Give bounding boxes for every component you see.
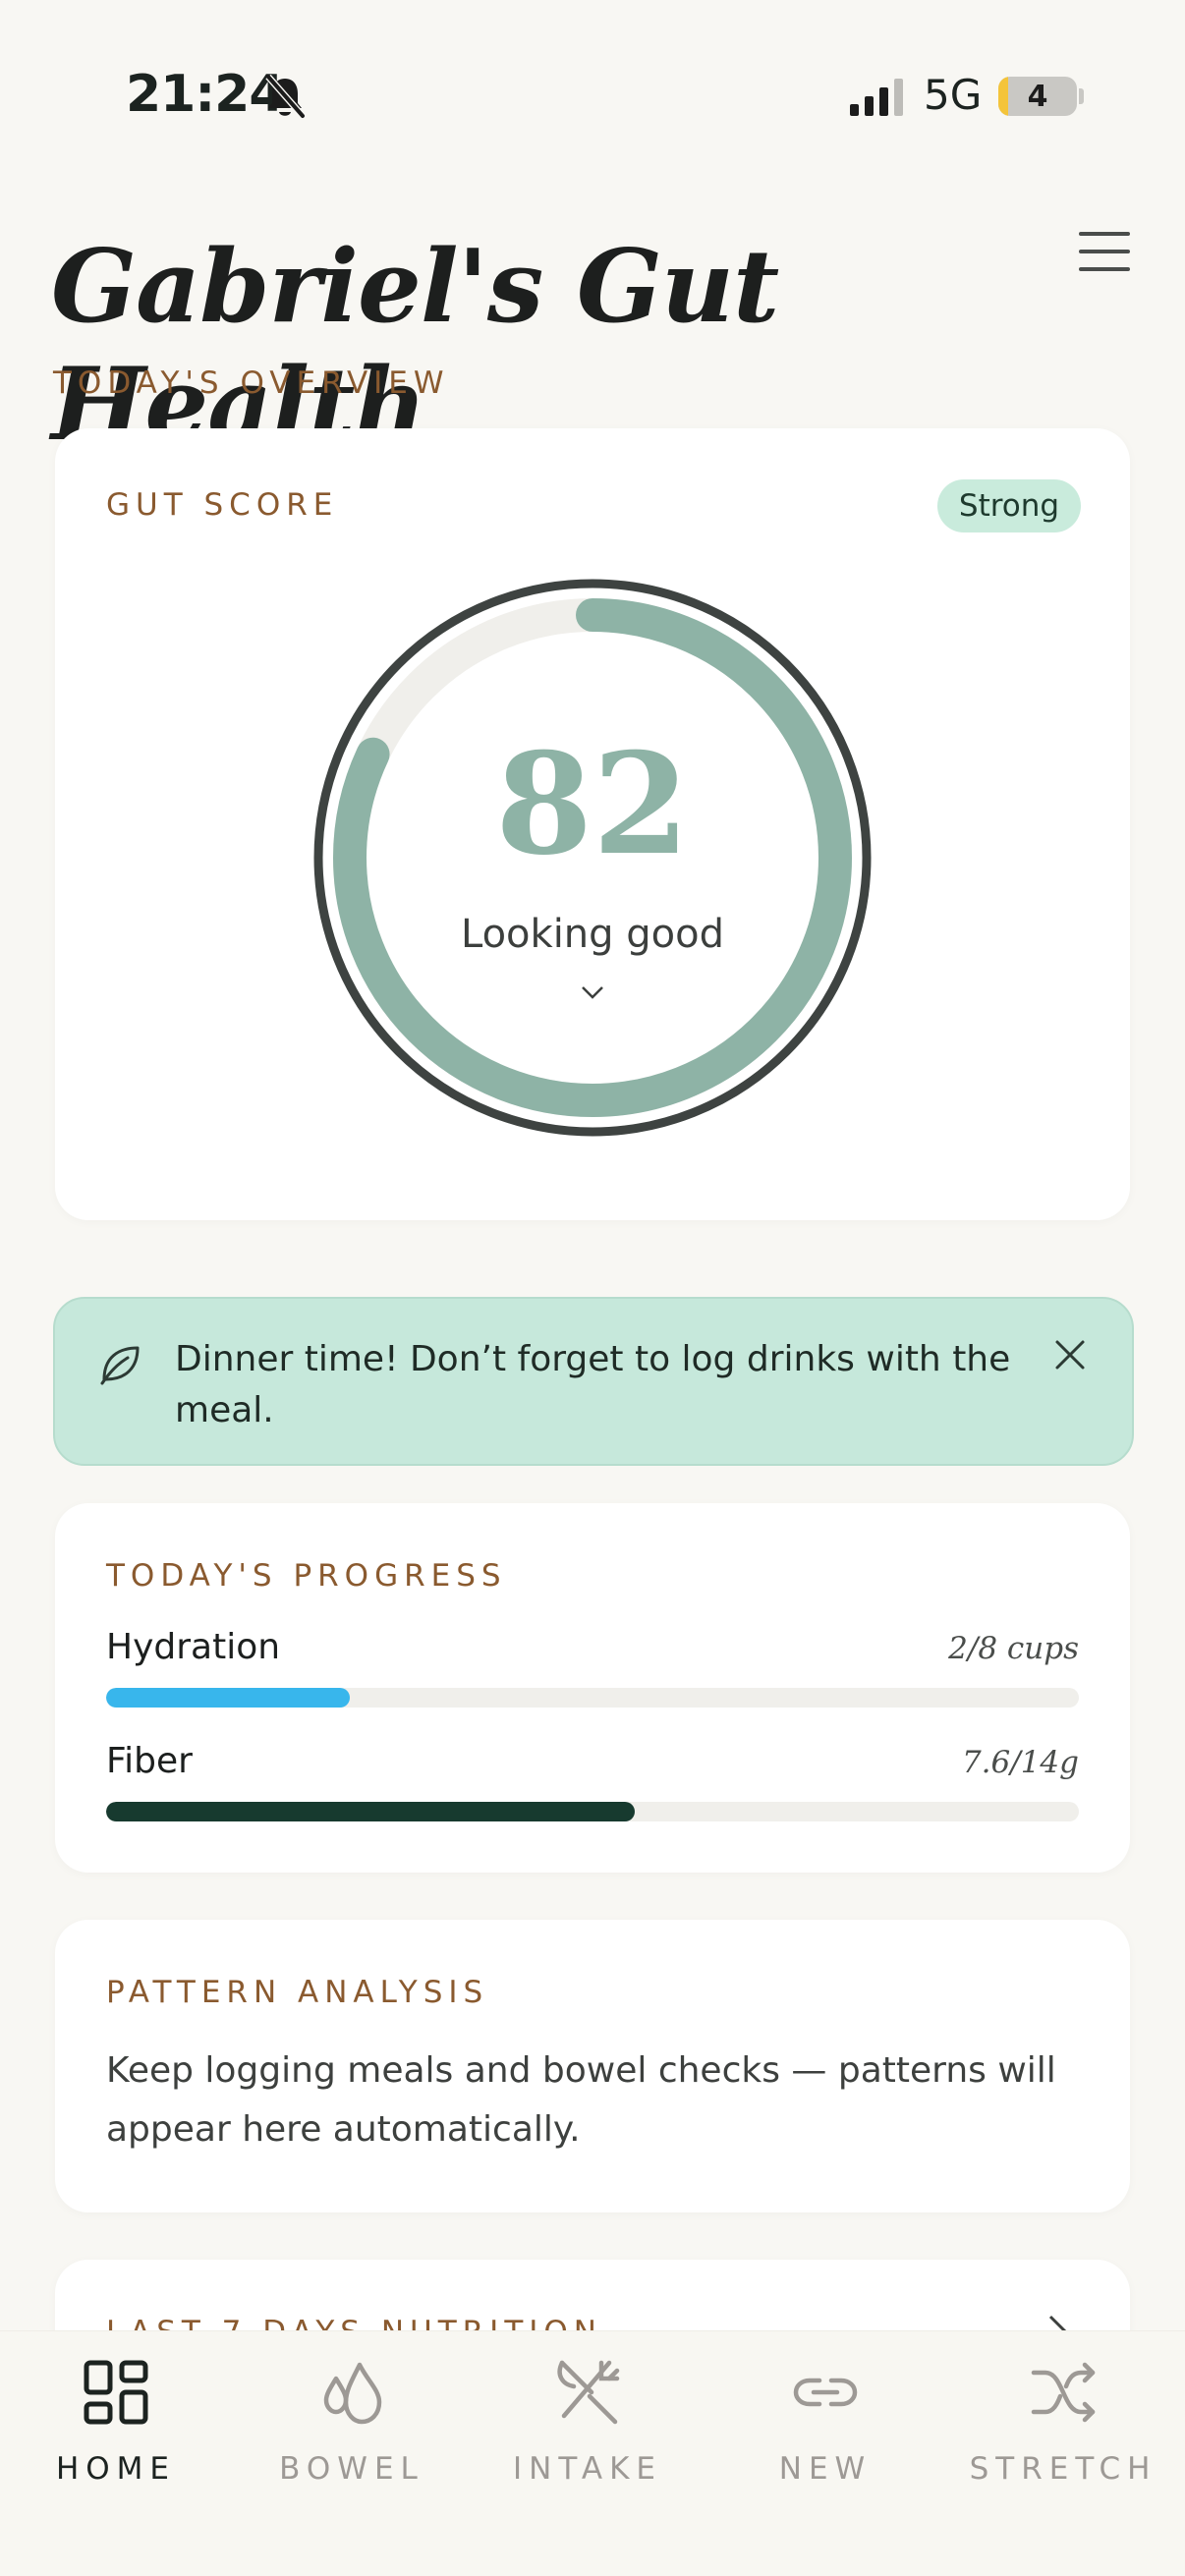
nav-home[interactable]: HOME xyxy=(8,2357,224,2487)
nav-bowel-label: BOWEL xyxy=(279,2451,424,2487)
progress-card: TODAY'S PROGRESS Hydration 2/8 cups Fibe… xyxy=(55,1503,1130,1873)
reminder-text: Dinner time! Don’t forget to log drinks … xyxy=(175,1339,1011,1430)
status-time: 21:24 xyxy=(126,65,285,124)
battery-icon: 4 xyxy=(998,77,1077,116)
page-subtitle: TODAY'S OVERVIEW xyxy=(53,365,450,401)
shuffle-icon xyxy=(1031,2362,1096,2423)
network-label: 5G xyxy=(924,71,983,119)
nav-stretch[interactable]: STRETCH xyxy=(955,2357,1171,2487)
fiber-label: Fiber xyxy=(106,1741,193,1781)
signal-icon xyxy=(850,79,903,116)
utensils-icon xyxy=(557,2360,620,2425)
chevron-down-icon[interactable] xyxy=(581,984,604,1000)
nav-stretch-label: STRETCH xyxy=(969,2451,1157,2487)
nav-new-label: NEW xyxy=(778,2451,873,2487)
screen: 21:24 5G 4 Gabriel's Gut Health TODAY'S … xyxy=(0,0,1185,2576)
gut-score-card[interactable]: GUT SCORE Strong 82 Looking good xyxy=(55,428,1130,1220)
status-bar: 21:24 5G 4 xyxy=(0,0,1185,187)
leaf-icon xyxy=(100,1346,140,1385)
nav-home-label: HOME xyxy=(55,2451,177,2487)
fiber-value: 7.6/14g xyxy=(961,1745,1079,1780)
pattern-label: PATTERN ANALYSIS xyxy=(106,1975,489,2010)
hydration-label: Hydration xyxy=(106,1627,281,1667)
drops-icon xyxy=(323,2362,382,2425)
battery-level: 4 xyxy=(1027,80,1048,114)
hydration-bar xyxy=(106,1688,350,1708)
gut-score-label: GUT SCORE xyxy=(106,487,339,523)
pattern-text: Keep logging meals and bowel checks — pa… xyxy=(106,2050,1056,2150)
hydration-value: 2/8 cups xyxy=(948,1631,1079,1666)
fiber-bar xyxy=(106,1802,635,1821)
battery-tip xyxy=(1079,88,1084,104)
bell-muted-icon xyxy=(265,74,306,119)
hydration-track xyxy=(106,1688,1079,1708)
link-icon xyxy=(793,2378,858,2407)
status-badge: Strong xyxy=(937,479,1081,532)
menu-icon[interactable] xyxy=(1079,232,1130,275)
fiber-track xyxy=(106,1802,1079,1821)
nav-intake-label: INTAKE xyxy=(513,2451,662,2487)
close-icon[interactable] xyxy=(1053,1338,1087,1372)
pattern-analysis-card: PATTERN ANALYSIS Keep logging meals and … xyxy=(55,1920,1130,2212)
nav-bowel[interactable]: BOWEL xyxy=(244,2357,460,2487)
nav-intake[interactable]: INTAKE xyxy=(480,2357,696,2487)
progress-label: TODAY'S PROGRESS xyxy=(106,1558,507,1594)
score-value: 82 xyxy=(495,723,690,886)
bottom-nav: HOME BOWEL INTAKE NEW STRETCH xyxy=(0,2330,1185,2576)
nav-new[interactable]: NEW xyxy=(717,2357,933,2487)
reminder-banner: Dinner time! Don’t forget to log drinks … xyxy=(53,1297,1134,1466)
grid-icon xyxy=(84,2360,148,2425)
score-status: Looking good xyxy=(461,912,724,957)
